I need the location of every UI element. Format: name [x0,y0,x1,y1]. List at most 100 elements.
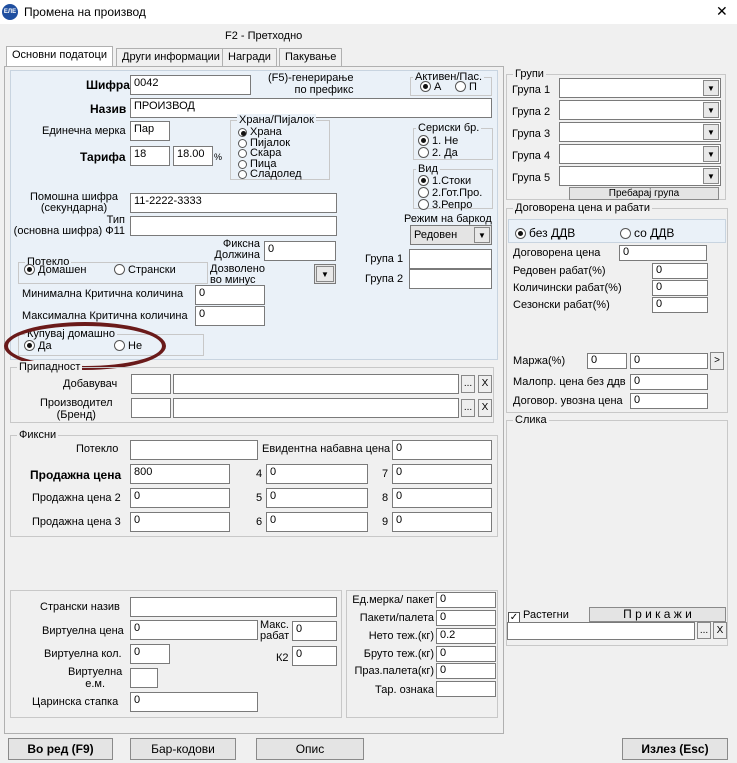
chevron-down-icon: ▼ [474,227,490,243]
grupa1-label: Група 1 [365,253,404,265]
tarifa-pct-input[interactable]: 18.00 [173,146,213,166]
maks-rabat-input[interactable]: 0 [292,621,337,641]
prod8-input[interactable]: 0 [392,488,492,508]
tab-drugi[interactable]: Други информации [116,48,226,66]
bruto-input[interactable]: 0 [436,646,496,662]
prod5-input[interactable]: 0 [266,488,368,508]
tip-input[interactable] [130,216,337,236]
sifra-input[interactable]: 0042 [130,75,251,95]
tarifa-input[interactable]: 18 [130,146,170,166]
prod2-label: Продажна цена 2 [32,492,121,504]
malopr-input[interactable]: 0 [630,374,708,390]
ed-merka-label: Ед.мерка/ пакет [352,594,434,606]
redoven-input[interactable]: 0 [652,263,708,279]
marza-input-1[interactable]: 0 [587,353,627,369]
min-input[interactable]: 0 [195,285,265,305]
stranski-input[interactable] [130,597,337,617]
pomosna-input[interactable]: 11-2222-3333 [130,193,337,213]
poteklo-stranski-radio[interactable]: Странски [114,264,176,276]
dozvoleno-select[interactable]: ▼ [314,264,336,284]
ok-button[interactable]: Во ред (F9) [8,738,113,760]
chevron-down-icon: ▼ [703,80,719,96]
grupa2-input[interactable] [409,269,492,289]
tab-pakuvanje[interactable]: Пакување [279,48,343,66]
prod3-input[interactable]: 0 [130,512,230,532]
prod4-input[interactable]: 0 [266,464,368,484]
barkod-select[interactable]: Редовен ▼ [410,225,492,245]
naziv-label: Назив [90,102,127,116]
tab-osnovni[interactable]: Основни податоци [6,46,113,66]
grupi-5-select[interactable]: ▼ [559,166,721,186]
seriski-ne-radio[interactable]: 1. Не [418,135,458,147]
paketi-input[interactable]: 0 [436,610,496,626]
search-group-button[interactable]: Пребарај група [569,187,719,200]
evid-input[interactable]: 0 [392,440,492,460]
prev-hint: F2 - Претходно [225,30,303,42]
kol-rabat-input[interactable]: 0 [652,280,708,296]
proizvoditel-browse-button[interactable]: ... [461,399,475,417]
marza-input-2[interactable]: 0 [630,353,708,369]
proizvoditel-code-input[interactable] [131,398,171,418]
virt-cena-label: Виртуелна цена [42,625,124,637]
virt-kol-input[interactable]: 0 [130,644,170,664]
vid-stoki-radio[interactable]: 1.Стоки [418,175,482,187]
proizvoditel-name-input[interactable] [173,398,459,418]
k2-input[interactable]: 0 [292,646,337,666]
virt-em-input[interactable] [130,668,158,688]
virt-kol-label: Виртуелна кол. [44,648,122,660]
prikazi-button[interactable]: П р и к а ж и [589,607,726,622]
max-input[interactable]: 0 [195,306,265,326]
grupi-1-label: Група 1 [512,84,551,96]
prod-label: Продажна цена [30,468,122,482]
sez-rabat-label: Сезонски рабат(%) [513,299,610,311]
dobavuvac-code-input[interactable] [131,374,171,394]
prod2-input[interactable]: 0 [130,488,230,508]
uvozna-input[interactable]: 0 [630,393,708,409]
aktiven-a-radio[interactable]: А [420,81,441,93]
slika-clear-button[interactable]: X [713,622,727,639]
virt-cena-input[interactable]: 0 [130,620,258,640]
close-icon[interactable]: ✕ [716,3,728,20]
grupi-4-select[interactable]: ▼ [559,144,721,164]
dobavuvac-label: Добавувач [63,378,118,390]
merka-input[interactable]: Пар [130,121,170,141]
grupi-2-select[interactable]: ▼ [559,100,721,120]
prod6-input[interactable]: 0 [266,512,368,532]
grupi-3-select[interactable]: ▼ [559,122,721,142]
barcodes-button[interactable]: Бар-кодови [130,738,236,760]
grupa1-input[interactable] [409,249,492,269]
so-ddv-radio[interactable]: со ДДВ [620,226,674,240]
praz-input[interactable]: 0 [436,663,496,679]
prod9-input[interactable]: 0 [392,512,492,532]
slika-path-input[interactable] [507,622,695,640]
seriski-da-radio[interactable]: 2. Да [418,147,458,159]
vid-repro-radio[interactable]: 3.Репро [418,199,482,211]
grupi-1-select[interactable]: ▼ [559,78,721,98]
neto-input[interactable]: 0.2 [436,628,496,644]
dobavuvac-browse-button[interactable]: ... [461,375,475,393]
fiksna-input[interactable]: 0 [264,241,336,261]
poteklo-domasen-radio[interactable]: Домашен [24,264,86,276]
description-button[interactable]: Опис [256,738,364,760]
aktiven-p-radio[interactable]: П [455,81,477,93]
carinska-input[interactable]: 0 [130,692,258,712]
dobavuvac-clear-button[interactable]: X [478,375,492,393]
ed-merka-input[interactable]: 0 [436,592,496,608]
tar-input[interactable] [436,681,496,697]
fiksni-poteklo-input[interactable] [130,440,258,460]
proizvoditel-clear-button[interactable]: X [478,399,492,417]
prod-input[interactable]: 800 [130,464,230,484]
grupi-3-label: Група 3 [512,128,551,140]
exit-button[interactable]: Излез (Esc) [622,738,728,760]
sladoled-radio[interactable]: Сладолед [238,169,302,180]
dobavuvac-name-input[interactable] [173,374,459,394]
sez-rabat-input[interactable]: 0 [652,297,708,313]
grupi-2-label: Група 2 [512,106,551,118]
tab-nagradi[interactable]: Награди [222,48,277,66]
bez-ddv-radio[interactable]: без ДДВ [515,226,575,240]
prod7-input[interactable]: 0 [392,464,492,484]
slika-browse-button[interactable]: ... [697,622,711,639]
dog-cena-input[interactable]: 0 [619,245,707,261]
vid-gotpro-radio[interactable]: 2.Гот.Про. [418,187,482,199]
marza-arrow-button[interactable]: > [710,352,724,370]
